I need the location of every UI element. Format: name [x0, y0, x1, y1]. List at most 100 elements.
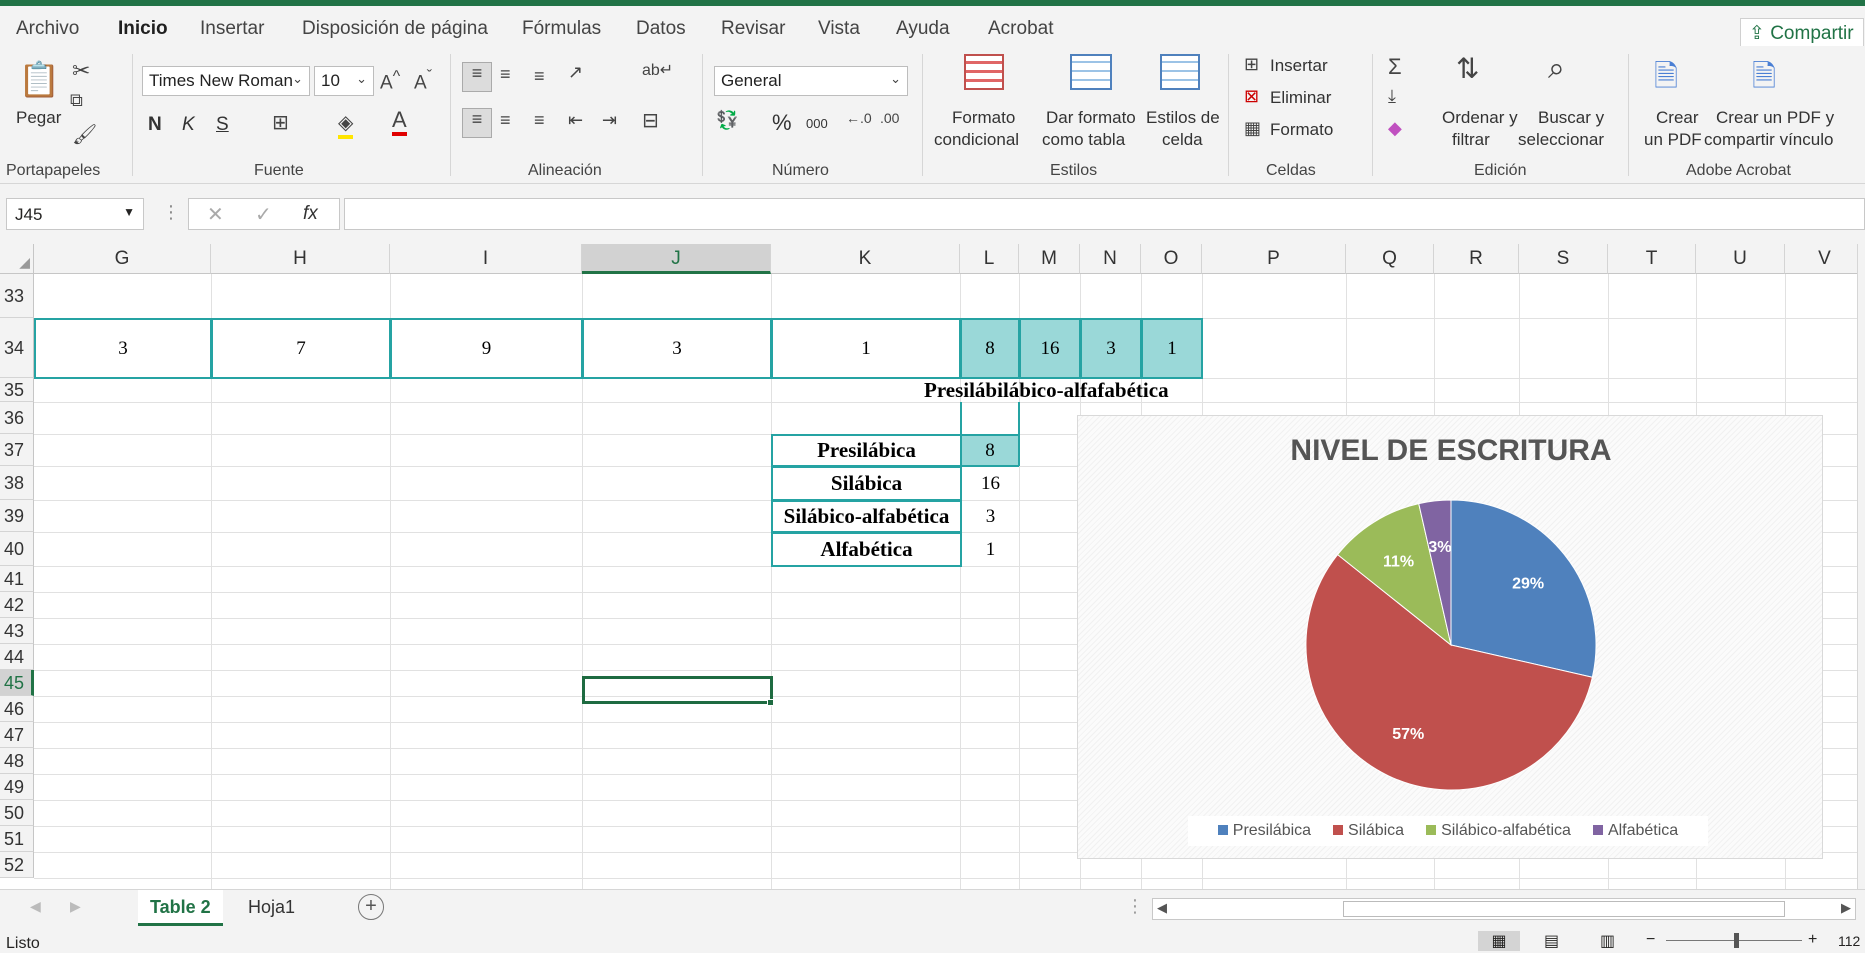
copy-icon[interactable]: ⧉: [70, 90, 83, 111]
zoom-level[interactable]: 112: [1838, 933, 1860, 949]
data-cell[interactable]: 7: [211, 318, 391, 379]
create-pdf-line1[interactable]: Crear: [1656, 108, 1699, 128]
row-header[interactable]: 48: [0, 748, 34, 774]
enter-icon[interactable]: ✓: [255, 202, 272, 227]
category-value-cell[interactable]: 3: [960, 500, 1020, 533]
cell-styles-icon[interactable]: [1160, 54, 1200, 90]
column-header[interactable]: T: [1608, 244, 1696, 274]
data-cell[interactable]: 8: [960, 318, 1020, 379]
create-share-line1[interactable]: Crear un PDF y: [1716, 108, 1834, 128]
wrap-text-icon[interactable]: ab↵: [642, 60, 673, 80]
zoom-in-icon[interactable]: +: [1808, 931, 1817, 949]
grow-font-icon[interactable]: A^: [380, 68, 400, 94]
row-header[interactable]: 49: [0, 774, 34, 800]
conditional-format-line1[interactable]: Formato: [952, 108, 1015, 128]
column-header[interactable]: G: [34, 244, 211, 274]
shrink-font-icon[interactable]: Aˇ: [414, 68, 432, 94]
column-header[interactable]: V: [1785, 244, 1865, 274]
font-color-icon[interactable]: A: [392, 108, 407, 136]
format-painter-icon[interactable]: 🖌: [72, 122, 97, 147]
sort-filter-icon[interactable]: ⇅: [1456, 52, 1479, 85]
category-value-cell[interactable]: 1: [960, 532, 1020, 567]
category-value-cell[interactable]: 8: [960, 434, 1020, 467]
clear-icon[interactable]: ◆: [1388, 118, 1402, 139]
sort-filter-line1[interactable]: Ordenar y: [1442, 108, 1518, 128]
thousands-button[interactable]: 000: [806, 116, 828, 131]
legend-item[interactable]: Presilábica: [1217, 822, 1311, 840]
row-header[interactable]: 41: [0, 566, 34, 592]
format-as-table-line1[interactable]: Dar formato: [1046, 108, 1136, 128]
normal-view-icon[interactable]: ▦: [1478, 931, 1520, 951]
data-cell[interactable]: 9: [390, 318, 583, 379]
font-size-select[interactable]: 10 ⌄: [314, 66, 374, 96]
chart-legend[interactable]: Presilábica Silábica Silábico-alfabética Al…: [1188, 816, 1708, 846]
row-header[interactable]: 50: [0, 800, 34, 826]
decrease-indent-icon[interactable]: ⇤: [568, 110, 583, 131]
category-value-cell[interactable]: 16: [960, 466, 1020, 501]
column-header[interactable]: L: [960, 244, 1019, 274]
pie-chart[interactable]: NIVEL DE ESCRITURA 29% 57% 11% 3% Presilábica…: [1077, 415, 1823, 859]
page-break-icon[interactable]: ▥: [1600, 931, 1615, 951]
column-header[interactable]: S: [1519, 244, 1608, 274]
increase-indent-icon[interactable]: ⇥: [602, 110, 617, 131]
name-box[interactable]: J45 ▼: [6, 198, 144, 230]
row-header[interactable]: 33: [0, 274, 34, 318]
legend-item[interactable]: Silábico-alfabética: [1426, 822, 1571, 840]
pdf-icon[interactable]: 🗎: [1654, 54, 1678, 105]
row-header[interactable]: 37: [0, 434, 34, 466]
delete-cells-button[interactable]: Eliminar: [1270, 88, 1331, 108]
column-header[interactable]: K: [771, 244, 960, 274]
category-label-cell[interactable]: Alfabética: [771, 532, 960, 567]
row-header[interactable]: 38: [0, 466, 34, 500]
tab-ayuda[interactable]: Ayuda: [896, 18, 950, 40]
align-center-icon[interactable]: ≡: [500, 110, 511, 131]
cancel-icon[interactable]: ✕: [207, 202, 224, 227]
cut-icon[interactable]: ✂: [72, 58, 90, 84]
column-header[interactable]: P: [1202, 244, 1346, 274]
data-cell[interactable]: 3: [582, 318, 772, 379]
vertical-scrollbar[interactable]: [1857, 244, 1865, 889]
page-layout-icon[interactable]: ▤: [1544, 931, 1559, 951]
conditional-format-icon[interactable]: [964, 54, 1004, 90]
column-header[interactable]: O: [1141, 244, 1202, 274]
column-header[interactable]: Q: [1346, 244, 1434, 274]
data-cell[interactable]: 3: [34, 318, 212, 379]
row-header[interactable]: 44: [0, 644, 34, 670]
insert-cells-button[interactable]: Insertar: [1270, 56, 1328, 76]
scroll-right-icon[interactable]: ▶: [1841, 900, 1851, 916]
active-cell[interactable]: [582, 676, 773, 704]
scrollbar-thumb[interactable]: [1343, 901, 1785, 917]
merge-center-icon[interactable]: ⊟: [642, 108, 659, 133]
tab-acrobat[interactable]: Acrobat: [988, 18, 1053, 40]
tab-formulas[interactable]: Fórmulas: [522, 18, 601, 40]
column-header[interactable]: H: [211, 244, 390, 274]
paste-icon[interactable]: 📋: [18, 60, 60, 104]
percent-button[interactable]: %: [772, 110, 792, 136]
tab-inicio[interactable]: Inicio: [118, 18, 168, 49]
row-header[interactable]: 51: [0, 826, 34, 852]
cell-styles-line1[interactable]: Estilos de: [1146, 108, 1220, 128]
sort-filter-line2[interactable]: filtrar: [1452, 130, 1490, 150]
paste-button[interactable]: Pegar: [16, 108, 61, 128]
merged-title-cell[interactable]: Presilábilábico-alfafabética: [924, 378, 1260, 402]
align-middle-icon[interactable]: ≡: [500, 64, 511, 85]
fill-handle[interactable]: [767, 699, 774, 706]
align-right-icon[interactable]: ≡: [534, 110, 545, 131]
decrease-decimal-icon[interactable]: .00: [880, 110, 899, 126]
create-share-line2[interactable]: compartir vínculo: [1704, 130, 1833, 150]
column-header[interactable]: M: [1019, 244, 1080, 274]
orientation-icon[interactable]: ↗: [568, 62, 583, 83]
tab-revisar[interactable]: Revisar: [721, 18, 785, 40]
row-header[interactable]: 46: [0, 696, 34, 722]
row-header[interactable]: 35: [0, 378, 34, 402]
data-cell[interactable]: 16: [1019, 318, 1081, 379]
column-header[interactable]: R: [1434, 244, 1519, 274]
zoom-slider-thumb[interactable]: [1734, 933, 1739, 948]
align-left-icon[interactable]: ≡: [462, 108, 492, 138]
tab-disposicion[interactable]: Disposición de página: [302, 18, 488, 40]
number-format-select[interactable]: General ⌄: [714, 66, 908, 96]
cell-styles-line2[interactable]: celda: [1162, 130, 1203, 150]
row-header[interactable]: 34: [0, 318, 34, 378]
insert-cells-icon[interactable]: ⊞: [1244, 54, 1259, 75]
row-header[interactable]: 40: [0, 532, 34, 566]
